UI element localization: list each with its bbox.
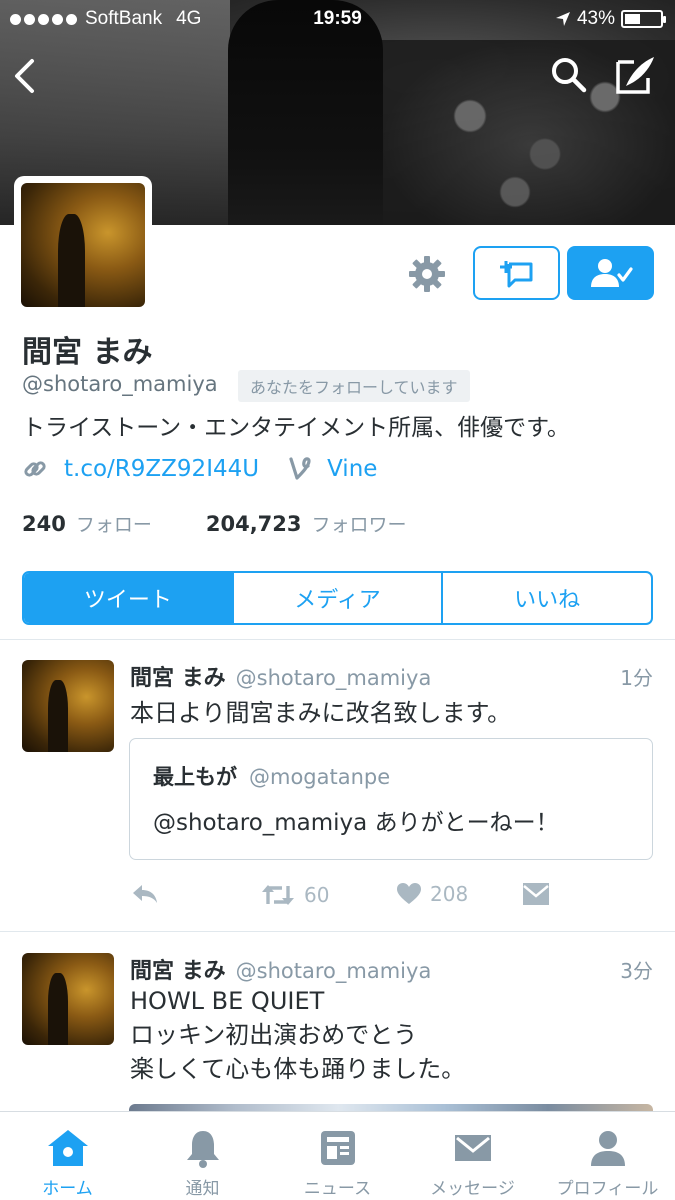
home-icon [47,1130,88,1166]
tweet-header: 間宮 まみ @shotaro_mamiya [130,953,431,985]
profile-handle: @shotaro_mamiya [22,372,218,396]
battery-percent: 43% [576,8,615,29]
tweet-text-line: HOWL BE QUIET [130,987,325,1015]
follow-stats: 240 フォロー 204,723 フォロワー [22,510,407,537]
vine-link[interactable]: Vine [327,456,377,482]
tab-media[interactable]: メディア [231,573,442,623]
profile-avatar[interactable] [14,176,152,314]
tabbar-profile[interactable]: プロフィール [540,1112,675,1200]
envelope-icon [454,1135,491,1161]
tab-likes[interactable]: いいね [441,573,651,623]
profile-url-link[interactable]: t.co/R9ZZ92I44U [64,456,259,482]
tabbar-label: ニュース [303,1179,372,1199]
vine-icon [289,457,311,480]
tweet-text-line: ロッキン初出演おめでとう [130,1021,418,1049]
quoted-author-name: 最上もが [153,765,237,789]
tab-tweets[interactable]: ツイート [24,573,232,623]
like-count: 208 [430,882,469,906]
profile-tabs: ツイート メディア いいね [22,571,653,625]
quoted-text: @shotaro_mamiya ありがとーねー！ [153,810,559,836]
retweet-button[interactable]: 60 [260,882,329,908]
tweet-text: HOWL BE QUIET ロッキン初出演おめでとう 楽しくて心も体も踊りました… [130,984,465,1086]
following-button[interactable] [567,246,654,300]
tabbar-label: プロフィール [556,1179,659,1199]
link-icon [24,461,46,477]
reply-icon [133,885,157,903]
person-icon [590,1131,625,1166]
tweet-author-handle[interactable]: @shotaro_mamiya [236,666,432,690]
tabbar-label: メッセージ [430,1179,515,1199]
tweet-timestamp: 1分 [620,666,653,690]
retweet-icon [262,885,294,905]
tweet-author-handle[interactable]: @shotaro_mamiya [236,959,432,983]
tabbar-news[interactable]: ニュース [270,1112,405,1200]
tabbar-home[interactable]: ホーム [0,1112,135,1200]
tweet-avatar[interactable] [22,953,114,1045]
back-chevron-icon[interactable] [12,58,38,94]
tabbar-label: ホーム [42,1179,93,1199]
tweet-actions: 60 208 [130,882,580,914]
status-bar: SoftBank 4G 19:59 43% [0,0,675,38]
following-count[interactable]: 240 [22,512,66,536]
tweet-header: 間宮 まみ @shotaro_mamiya [130,660,431,692]
direct-message-button[interactable] [522,882,550,906]
tweet-divider [0,931,675,932]
follows-you-badge: あなたをフォローしています [238,370,470,402]
followers-label[interactable]: フォロワー [312,510,407,537]
bell-icon [186,1131,219,1168]
followers-count[interactable]: 204,723 [206,512,302,536]
search-icon[interactable] [550,56,588,94]
quoted-author-handle: @mogatanpe [249,765,391,789]
tabbar-notifications[interactable]: 通知 [135,1112,270,1200]
profile-name: 間宮 まみ [22,335,153,370]
tweet-author-name[interactable]: 間宮 まみ [130,953,226,985]
person-check-icon [590,259,633,287]
list-add-button[interactable] [473,246,560,300]
battery-icon [621,10,666,28]
tabbar-messages[interactable]: メッセージ [405,1112,540,1200]
reply-button[interactable] [130,882,160,906]
tweet-timestamp: 3分 [620,959,653,983]
like-button[interactable]: 208 [396,882,468,906]
tweet-text-line: 楽しくて心も体も踊りました。 [130,1055,466,1083]
tweet-author-name[interactable]: 間宮 まみ [130,660,226,692]
tweet-avatar[interactable] [22,660,114,752]
following-label[interactable]: フォロー [76,510,152,537]
profile-links: t.co/R9ZZ92I44U Vine [22,456,377,482]
compose-tweet-icon[interactable] [614,54,658,96]
envelope-icon [523,883,549,905]
list-add-icon [499,261,532,288]
quoted-tweet[interactable]: 最上もが @mogatanpe @shotaro_mamiya ありがとーねー！ [129,738,653,860]
location-arrow-icon [555,12,570,26]
heart-icon [397,883,421,904]
news-icon [320,1131,355,1165]
retweet-count: 60 [304,883,330,907]
section-divider [0,639,675,640]
profile-bio: トライストーン・エンタテイメント所属、俳優です。 [22,415,570,441]
gear-icon[interactable] [407,254,447,294]
tweet-text: 本日より間宮まみに改名致します。 [130,699,512,727]
tabbar-label: 通知 [185,1179,220,1199]
bottom-tab-bar: ホーム 通知 ニュース メッセージ プロフィール [0,1111,675,1200]
